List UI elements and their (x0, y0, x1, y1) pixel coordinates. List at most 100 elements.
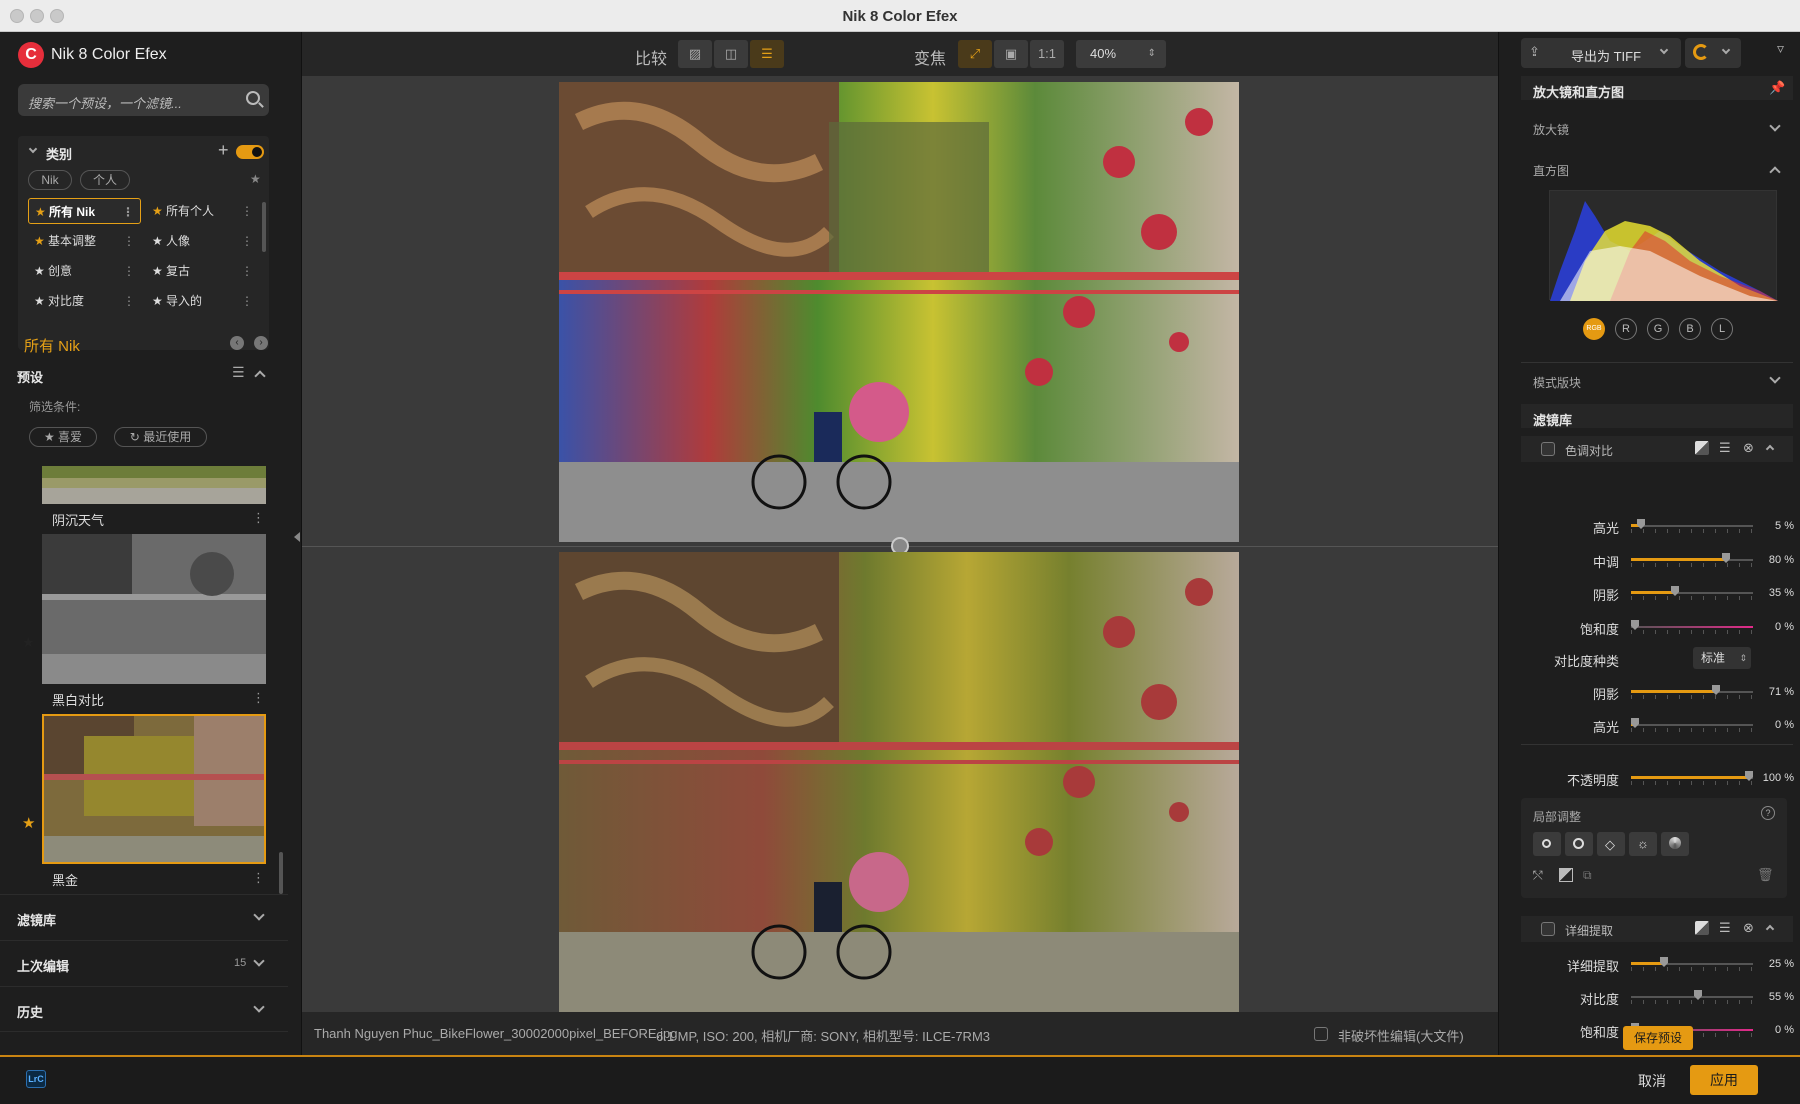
preview-before-image[interactable] (559, 552, 1239, 1012)
fit-button[interactable]: ⤢ (958, 40, 992, 68)
more-icon[interactable]: ⋮ (241, 228, 253, 254)
saturation-slider[interactable] (1631, 620, 1753, 634)
panel-menu-icon[interactable]: ▿ (1777, 40, 1784, 57)
more-icon[interactable]: ⋮ (241, 288, 253, 314)
star-icon[interactable]: ★ (22, 634, 35, 651)
add-category-icon[interactable]: + (218, 140, 229, 161)
menu-icon[interactable]: ☰ (1719, 920, 1731, 936)
mask-view-icon[interactable] (1559, 868, 1573, 882)
trash-icon[interactable]: 🗑 (1757, 867, 1774, 883)
shadows-slider[interactable] (1631, 586, 1753, 600)
mask-brush-button[interactable] (1565, 832, 1593, 856)
compare-split-button[interactable]: ▨ (678, 40, 712, 68)
chevron-down-icon[interactable] (28, 144, 38, 154)
luminance-button[interactable]: ☼ (1629, 832, 1657, 856)
pill-personal[interactable]: 个人 (80, 170, 130, 190)
highlights-slider[interactable] (1631, 519, 1753, 533)
section-history[interactable]: 历史 (0, 986, 288, 1032)
midtones-slider[interactable] (1631, 553, 1753, 567)
mask-icon[interactable] (1695, 441, 1709, 455)
fill-button[interactable]: ▣ (994, 40, 1028, 68)
invert-icon[interactable]: ⤲ (1533, 868, 1543, 883)
categories-toggle[interactable] (236, 145, 264, 159)
compare-stack-button[interactable]: ☰ (750, 40, 784, 68)
export-button[interactable]: ⇪ 导出为 TIFF (1521, 38, 1681, 68)
pin-icon[interactable]: 📌 (1769, 80, 1785, 96)
categories-scrollbar[interactable] (262, 202, 266, 252)
category-imported[interactable]: ★ 导入的 ⋮ (146, 288, 259, 314)
contrast-type-select[interactable]: 标准 ⇕ (1693, 647, 1751, 669)
presets-scrollbar[interactable] (279, 852, 283, 894)
chevron-up-icon[interactable] (1765, 924, 1775, 934)
loupe-label[interactable]: 放大镜 (1533, 121, 1569, 138)
category-contrast[interactable]: ★ 对比度 ⋮ (28, 288, 141, 314)
contrast-shadows-slider[interactable] (1631, 685, 1753, 699)
filter-favorites[interactable]: ★ 喜爱 (29, 427, 97, 447)
more-icon[interactable]: ⋮ (252, 510, 265, 526)
search-icon[interactable] (246, 91, 260, 105)
preset-thumb-overcast[interactable] (42, 466, 266, 504)
one-to-one-button[interactable]: 1:1 (1030, 40, 1064, 68)
more-icon[interactable]: ⋮ (123, 288, 135, 314)
collapse-left-icon[interactable] (294, 532, 300, 542)
list-view-icon[interactable]: ☰ (232, 364, 245, 381)
contrast-highlights-slider[interactable] (1631, 718, 1753, 732)
channel-g-button[interactable]: G (1647, 318, 1669, 340)
nondestructive-checkbox[interactable] (1314, 1027, 1328, 1041)
filter-recent[interactable]: ↻ 最近使用 (114, 427, 207, 447)
menu-icon[interactable]: ☰ (1719, 440, 1731, 456)
filter1-enable-checkbox[interactable] (1541, 442, 1555, 456)
preview-after-image[interactable] (559, 82, 1239, 542)
more-icon[interactable]: ⋮ (241, 198, 253, 224)
star-icon[interactable]: ★ (22, 814, 35, 832)
histogram-label[interactable]: 直方图 (1533, 162, 1569, 179)
search-box[interactable]: 搜索一个预设，一个滤镜... (18, 84, 269, 116)
blend-mode-label[interactable]: 模式版块 (1533, 374, 1581, 391)
color-button[interactable] (1661, 832, 1689, 856)
preset-thumb-bw[interactable] (42, 534, 266, 684)
category-portrait[interactable]: ★ 人像 ⋮ (146, 228, 259, 254)
filter2-enable-checkbox[interactable] (1541, 922, 1555, 936)
more-icon[interactable]: ⋮ (252, 690, 265, 706)
more-icon[interactable]: ⋮ (123, 258, 135, 284)
section-filter-library[interactable]: 滤镜库 (0, 894, 288, 940)
cancel-button[interactable]: 取消 (1638, 1071, 1666, 1091)
detail-contrast-slider[interactable] (1631, 990, 1753, 1004)
more-icon[interactable]: ⋮ (122, 199, 134, 225)
more-icon[interactable]: ⋮ (241, 258, 253, 284)
prev-icon[interactable]: ‹ (230, 336, 244, 350)
chevron-down-icon[interactable] (1769, 372, 1781, 384)
chevron-up-icon[interactable] (254, 370, 266, 382)
more-icon[interactable]: ⋮ (123, 228, 135, 254)
polygon-button[interactable]: ◇ (1597, 832, 1625, 856)
category-all-personal[interactable]: ★ 所有个人 ⋮ (146, 198, 259, 224)
copy-icon[interactable]: ⧉ (1583, 868, 1592, 883)
zoom-select[interactable]: 40% ⇕ (1076, 40, 1166, 68)
next-icon[interactable]: › (254, 336, 268, 350)
channel-b-button[interactable]: B (1679, 318, 1701, 340)
pill-nik[interactable]: Nik (28, 170, 72, 190)
mask-icon[interactable] (1695, 921, 1709, 935)
opacity-slider[interactable] (1631, 771, 1753, 785)
control-point-button[interactable] (1533, 832, 1561, 856)
preset-thumb-blackgold[interactable] (42, 714, 266, 864)
compare-side-button[interactable]: ◫ (714, 40, 748, 68)
sync-button[interactable] (1685, 38, 1741, 68)
channel-rgb-button[interactable]: RGB (1583, 318, 1605, 340)
chevron-up-icon[interactable] (1765, 444, 1775, 454)
category-creative[interactable]: ★ 创意 ⋮ (28, 258, 141, 284)
chevron-down-icon[interactable] (1769, 120, 1781, 132)
save-preset-button[interactable]: 保存预设 (1623, 1026, 1693, 1050)
chevron-up-icon[interactable] (1769, 166, 1781, 178)
category-all-nik[interactable]: ★ 所有 Nik ⋮ (28, 198, 141, 224)
close-icon[interactable]: ⊗ (1743, 920, 1754, 936)
category-vintage[interactable]: ★ 复古 ⋮ (146, 258, 259, 284)
section-last-edit[interactable]: 上次编辑 15 (0, 940, 288, 986)
more-icon[interactable]: ⋮ (252, 870, 265, 886)
detail-extract-slider[interactable] (1631, 957, 1753, 971)
apply-button[interactable]: 应用 (1690, 1065, 1758, 1095)
search-input[interactable]: 搜索一个预设，一个滤镜... (28, 93, 182, 112)
close-icon[interactable]: ⊗ (1743, 440, 1754, 456)
channel-l-button[interactable]: L (1711, 318, 1733, 340)
category-basic[interactable]: ★ 基本调整 ⋮ (28, 228, 141, 254)
